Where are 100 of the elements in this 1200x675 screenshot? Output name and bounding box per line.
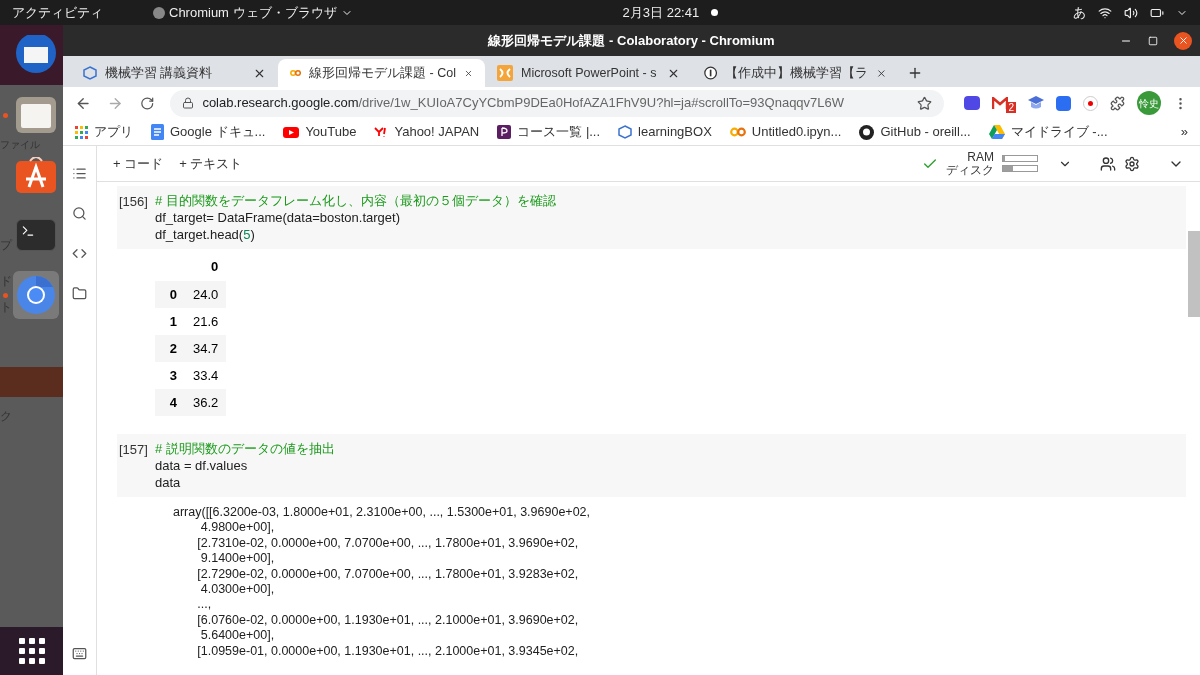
close-icon — [1177, 35, 1189, 46]
folder-icon[interactable] — [72, 286, 87, 301]
code-line: # 説明関数のデータの値を抽出 — [155, 440, 335, 457]
clock[interactable]: 2月3日 22:41 — [622, 2, 700, 23]
row-index: 4 — [155, 389, 185, 416]
code-line: df_target.head(5) — [155, 226, 256, 243]
code-line: data — [155, 474, 182, 491]
play-icon — [283, 126, 300, 138]
apps-grid-icon — [75, 125, 88, 139]
ram-label: RAM — [966, 150, 994, 164]
url-text: colab.research.google.com/drive/1w_KUIoA7CyYCbmP9DEa0HofAZA1FhV9U?hl=ja#scrollTo=93Qnaqqv7L6W — [202, 94, 845, 113]
address-bar[interactable]: colab.research.google.com/drive/1w_KUIoA7CyYCbmP9DEa0HofAZA1FhV9U?hl=ja#scrollTo=93Qnaqqv7L6W — [170, 89, 945, 117]
bookmark[interactable]: GitHub - oreill... — [859, 122, 971, 142]
bookmark[interactable]: YouTube — [283, 122, 357, 142]
tab-title: 線形回帰モデル課題 - Col — [309, 64, 456, 82]
add-code-button[interactable]: + コード — [113, 153, 164, 174]
code-cell[interactable]: [156] # 目的関数をデータフレーム化し、内容（最初の５個データ）を確認 df_target= DataFrame(data=boston.target) df_target.head(5) — [117, 186, 1186, 249]
bookmark[interactable]: learningBOX — [618, 122, 712, 142]
table-cell: 36.2 — [185, 389, 227, 416]
output-line: 4.9800e+00], — [199, 520, 276, 536]
search-icon[interactable] — [72, 206, 87, 221]
infinity-icon — [729, 127, 746, 137]
keyboard-icon[interactable] — [72, 646, 87, 661]
add-text-button[interactable]: + テキスト — [179, 153, 243, 174]
table-cell: 24.0 — [185, 281, 227, 308]
count-badge: 2 — [1006, 101, 1016, 113]
cube-icon — [618, 125, 633, 139]
code-line: df_target= DataFrame(data=boston.target) — [155, 209, 401, 226]
folder-icon[interactable] — [16, 97, 56, 133]
more-bookmarks-button[interactable]: » — [1180, 122, 1188, 142]
browser-tab[interactable]: 線形回帰モデル課題 - Col — [278, 59, 485, 87]
code-line: data = df.values — [155, 457, 249, 474]
share-icon[interactable] — [1100, 155, 1116, 172]
tab-title: Microsoft PowerPoint - s — [521, 64, 658, 82]
course-logo-icon — [497, 125, 512, 139]
output-line: array([[6.3200e-03, 1.8000e+01, 2.3100e+00, ..., 1.5300e+01, 3.9690e+02, — [173, 505, 591, 521]
execution-count: [156] — [118, 193, 149, 211]
table-cell: 33.4 — [185, 362, 227, 389]
row-index: 0 — [155, 281, 185, 308]
execution-count: [157] — [118, 441, 149, 459]
tab-title: 機械学習 講義資料 — [105, 64, 214, 82]
star-icon[interactable] — [917, 95, 933, 111]
disk-label: ディスク — [946, 163, 994, 177]
app-menu[interactable]: Chromium ウェブ・ブラウザ — [153, 2, 353, 23]
output-line: [1.0959e-01, 0.0000e+00, 1.1930e+01, ..., 2.1000e+01, 3.9345e+02, — [196, 643, 580, 660]
settings-icon[interactable] — [1124, 155, 1140, 172]
bookmark[interactable]: コース一覧 |... — [497, 122, 601, 142]
window-title: 線形回帰モデル課題 - Colaboratory - Chromium — [488, 31, 775, 50]
close-button[interactable] — [1174, 31, 1192, 50]
window-strip — [0, 367, 63, 397]
extension-icon[interactable] — [964, 96, 981, 110]
row-index: 2 — [155, 335, 185, 362]
lock-icon — [182, 97, 195, 109]
table-cell: 21.6 — [185, 308, 227, 335]
browser-tab[interactable]: 【作成中】機械学習【ラ — [692, 59, 899, 87]
bookmark[interactable]: アプリ — [75, 122, 133, 142]
bookmark[interactable]: マイドライブ -... — [988, 122, 1108, 142]
bookmark[interactable]: Yahoo! JAPAN — [374, 122, 480, 142]
activities-button[interactable]: アクティビティ — [12, 2, 103, 23]
bookmark[interactable]: Untitled0.ipyn... — [729, 122, 842, 142]
infinity-icon — [290, 68, 302, 78]
browser-tab[interactable]: 機械学習 講義資料 — [71, 59, 278, 87]
triangle-logo-icon — [988, 125, 1005, 139]
output-line: [2.7310e-02, 0.0000e+00, 7.0700e+00, ..., 1.7800e+01, 3.9690e+02, — [196, 535, 580, 552]
maximize-icon[interactable] — [1148, 35, 1158, 46]
code-cell[interactable]: [157] # 説明関数のデータの値を抽出 data = df.values data — [117, 434, 1186, 497]
profile-avatar[interactable]: 怜史 — [1137, 91, 1161, 115]
document-icon — [151, 124, 164, 140]
output-line: [2.7290e-02, 0.0000e+00, 7.0700e+00, ..., 1.7800e+01, 3.9283e+02, — [196, 566, 580, 583]
mail-extension-icon[interactable] — [992, 96, 1009, 110]
output-line: [6.0760e-02, 0.0000e+00, 1.1930e+01, ..., 2.1000e+01, 3.9690e+02, — [196, 612, 580, 629]
code-line: # 目的関数をデータフレーム化し、内容（最初の５個データ）を確認 — [155, 192, 556, 209]
output-line: 4.0300e+00], — [199, 582, 276, 598]
cube-icon — [83, 66, 97, 80]
shopping-bag-icon[interactable] — [16, 157, 56, 193]
volume-icon[interactable] — [1124, 5, 1138, 20]
y-logo-icon — [374, 127, 389, 137]
office-icon — [497, 65, 513, 81]
column-header: 0 — [185, 253, 227, 281]
tab-title: 【作成中】機械学習【ラ — [725, 64, 869, 82]
terminal-icon[interactable] — [16, 219, 56, 251]
puzzle-icon[interactable] — [1110, 95, 1125, 111]
contents-icon[interactable] — [72, 166, 87, 181]
output-line: 9.1400e+00], — [199, 551, 276, 567]
output-line: ..., — [196, 597, 213, 613]
app-grid-icon[interactable] — [18, 638, 45, 664]
new-tab-icon[interactable] — [907, 65, 923, 81]
info-icon — [704, 65, 718, 81]
bookmark[interactable]: Google ドキュ... — [151, 122, 266, 142]
scrollbar[interactable] — [1188, 231, 1200, 317]
input-method[interactable]: あ — [1073, 2, 1086, 23]
output-line: 5.6400e+00], — [199, 628, 276, 644]
wifi-icon[interactable] — [1098, 5, 1112, 20]
graduation-cap-icon[interactable] — [1028, 96, 1044, 110]
code-icon[interactable] — [72, 246, 87, 261]
browser-tab[interactable]: Microsoft PowerPoint - s — [485, 59, 692, 87]
table-cell: 34.7 — [185, 335, 227, 362]
reload-icon[interactable] — [139, 95, 155, 111]
row-index: 3 — [155, 362, 185, 389]
row-index: 1 — [155, 308, 185, 335]
